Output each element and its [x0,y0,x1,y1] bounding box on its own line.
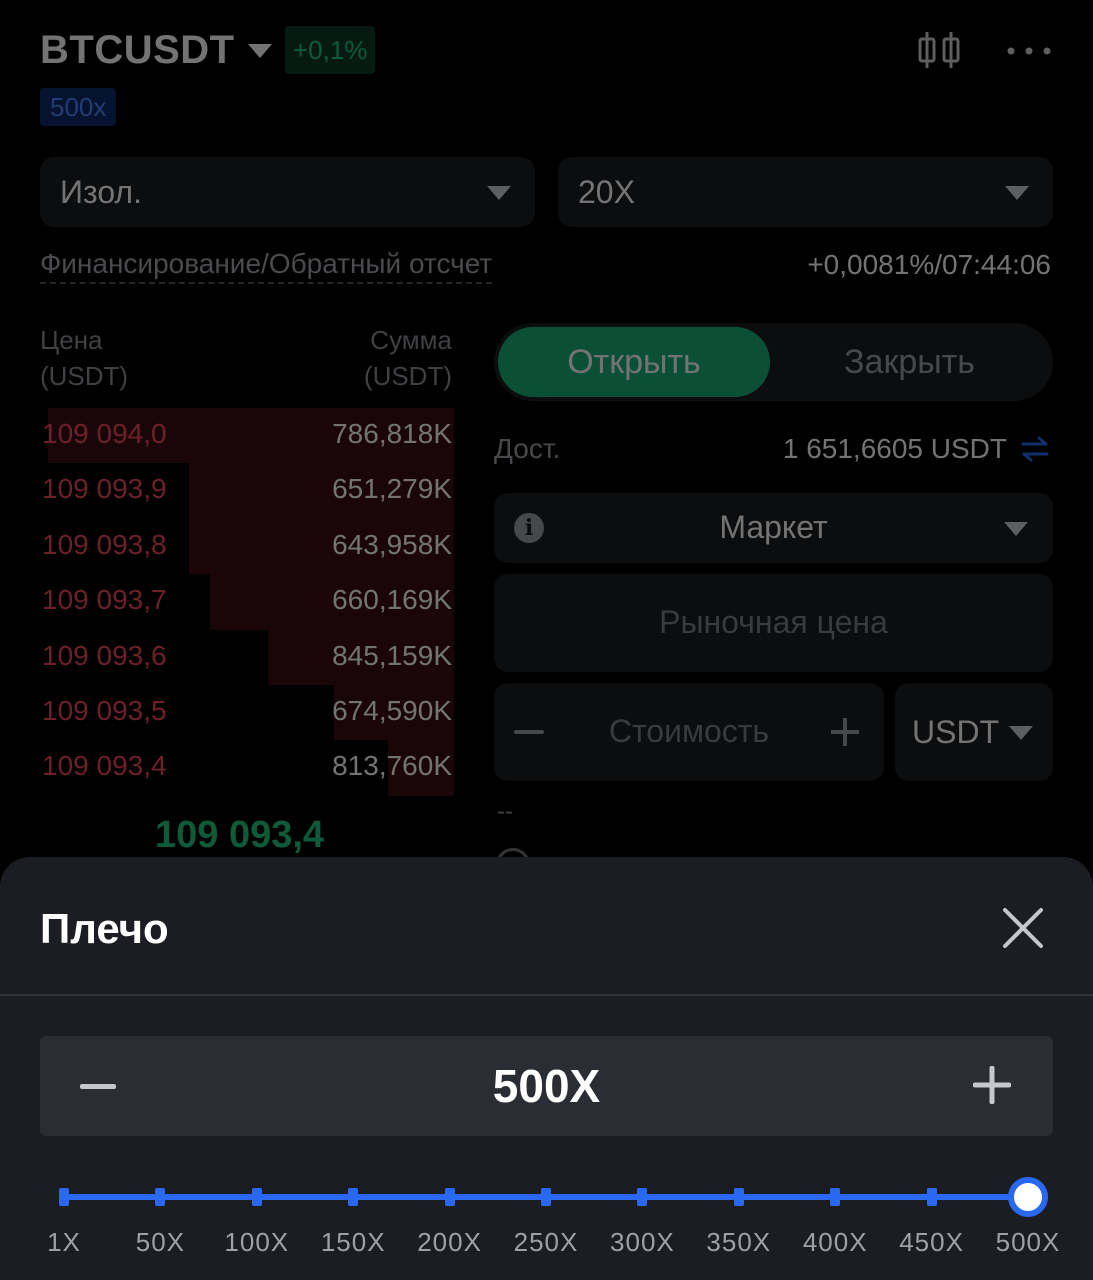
max-leverage-badge: 500x [40,88,117,126]
slider-mark-label[interactable]: 350X [706,1227,771,1258]
open-close-tabs: Открыть Закрыть [494,323,1053,401]
price-column-header: Цена (USDT) [40,322,128,394]
plus-icon[interactable] [973,1066,1011,1104]
ask-sum: 643,958K [332,528,452,560]
sum-column-header: Сумма (USDT) [364,322,452,394]
order-estimate: -- [497,798,513,825]
slider-tick[interactable] [155,1188,166,1206]
sum-header-unit: (USDT) [363,361,452,391]
ask-price: 109 093,4 [42,750,167,782]
margin-mode-select[interactable]: Изол. [40,157,535,227]
unit-select[interactable]: USDT [895,683,1053,781]
candlestick-icon[interactable] [916,30,962,70]
leverage-value[interactable]: 500X [40,1036,1053,1136]
slider-mark-label[interactable]: 200X [417,1227,482,1258]
chevron-down-icon [1009,726,1033,740]
sum-header-label: Сумма [370,325,452,355]
ask-price: 109 093,7 [42,584,167,616]
orderbook-row[interactable]: 109 093,7 660,169K [40,574,454,630]
orderbook-row[interactable]: 109 094,0 786,818K [40,408,454,464]
chevron-down-icon [1005,186,1029,200]
slider-tick[interactable] [59,1188,69,1206]
transfer-icon[interactable] [1020,434,1050,464]
ask-price: 109 093,6 [42,639,167,671]
symbol-caret-icon[interactable] [248,44,272,58]
trading-screen: BTCUSDT +0,1% 500x Изол. 20X Финансирова… [0,0,1093,1280]
close-icon[interactable] [1000,905,1046,951]
slider-mark-label[interactable]: 50X [136,1227,185,1258]
slider-mark-label[interactable]: 150X [321,1227,386,1258]
leverage-slider[interactable]: 1X 50X 100X 150X 200X 250X 300X 350X 400X 450X 500… [0,1157,1093,1267]
price-placeholder: Рыночная цена [659,604,888,640]
ask-sum: 813,760K [332,750,452,782]
price-header-label: Цена [40,325,103,355]
slider-thumb[interactable] [1008,1177,1048,1217]
slider-tick[interactable] [733,1188,744,1206]
unit-value: USDT [912,714,1000,750]
slider-mark-label[interactable]: 450X [899,1227,964,1258]
ask-price: 109 093,8 [42,528,167,560]
leverage-sheet: Плечо 500X 1X 50X 100X 150X 200X 250X 300X 350X… [0,857,1093,1280]
price-header-unit: (USDT) [40,361,129,391]
slider-tick[interactable] [637,1188,648,1206]
leverage-stepper: 500X [40,1036,1053,1136]
order-type-value: Маркет [719,509,828,545]
orderbook-row[interactable]: 109 093,5 674,590K [40,684,454,741]
order-type-select[interactable]: i Маркет [494,493,1053,563]
amount-placeholder: Стоимость [608,713,770,749]
ask-sum: 674,590K [332,694,452,726]
ask-sum: 660,169K [332,584,452,616]
ask-sum: 845,159K [332,639,452,671]
amount-field[interactable]: Стоимость [494,683,884,781]
funding-value: +0,0081%/07:44:06 [807,249,1051,280]
slider-tick[interactable] [541,1188,551,1206]
slider-tick[interactable] [926,1188,937,1206]
orderbook-asks: 109 094,0 786,818K 109 093,9 651,279K 109 09… [40,408,454,796]
slider-mark-label[interactable]: 400X [803,1227,868,1258]
chevron-down-icon [487,186,511,200]
more-icon[interactable] [1005,30,1053,70]
last-price[interactable]: 109 093,4 [155,814,324,857]
plus-icon[interactable] [830,717,860,747]
chevron-down-icon [1004,522,1028,536]
ask-price: 109 093,5 [42,694,167,726]
ask-sum: 786,818K [332,418,452,449]
ask-price: 109 093,9 [42,473,167,505]
slider-mark-label[interactable]: 250X [514,1227,579,1258]
tab-open[interactable]: Открыть [498,327,770,397]
symbol-title[interactable]: BTCUSDT [40,28,235,73]
slider-mark-label[interactable]: 1X [47,1227,81,1258]
header: BTCUSDT +0,1% [40,26,1053,88]
orderbook-row[interactable]: 109 093,6 845,159K [40,629,454,685]
divider [0,994,1093,996]
available-value: 1 651,6605 USDT [782,433,1007,464]
available-label: Дост. [494,433,561,464]
orderbook-row[interactable]: 109 093,8 643,958K [40,518,454,575]
ask-price: 109 094,0 [42,418,167,449]
margin-mode-value: Изол. [60,174,142,210]
orderbook-row[interactable]: 109 093,4 813,760K [40,740,454,796]
slider-tick[interactable] [348,1188,359,1206]
slider-tick[interactable] [830,1188,841,1206]
orderbook-row[interactable]: 109 093,9 651,279K [40,463,454,519]
ask-sum: 651,279K [332,473,452,505]
slider-mark-label[interactable]: 100X [224,1227,289,1258]
sheet-title: Плечо [40,905,169,952]
slider-mark-label[interactable]: 500X [996,1227,1061,1258]
funding-label[interactable]: Финансирование/Обратный отсчет [40,248,493,284]
price-change-badge: +0,1% [285,26,376,74]
leverage-select-value: 20X [578,174,635,210]
price-field[interactable]: Рыночная цена [494,574,1053,672]
slider-tick[interactable] [251,1188,262,1206]
slider-mark-label[interactable]: 300X [610,1227,675,1258]
tab-close[interactable]: Закрыть [770,327,1049,397]
leverage-select[interactable]: 20X [558,157,1053,227]
slider-tick[interactable] [444,1188,455,1206]
